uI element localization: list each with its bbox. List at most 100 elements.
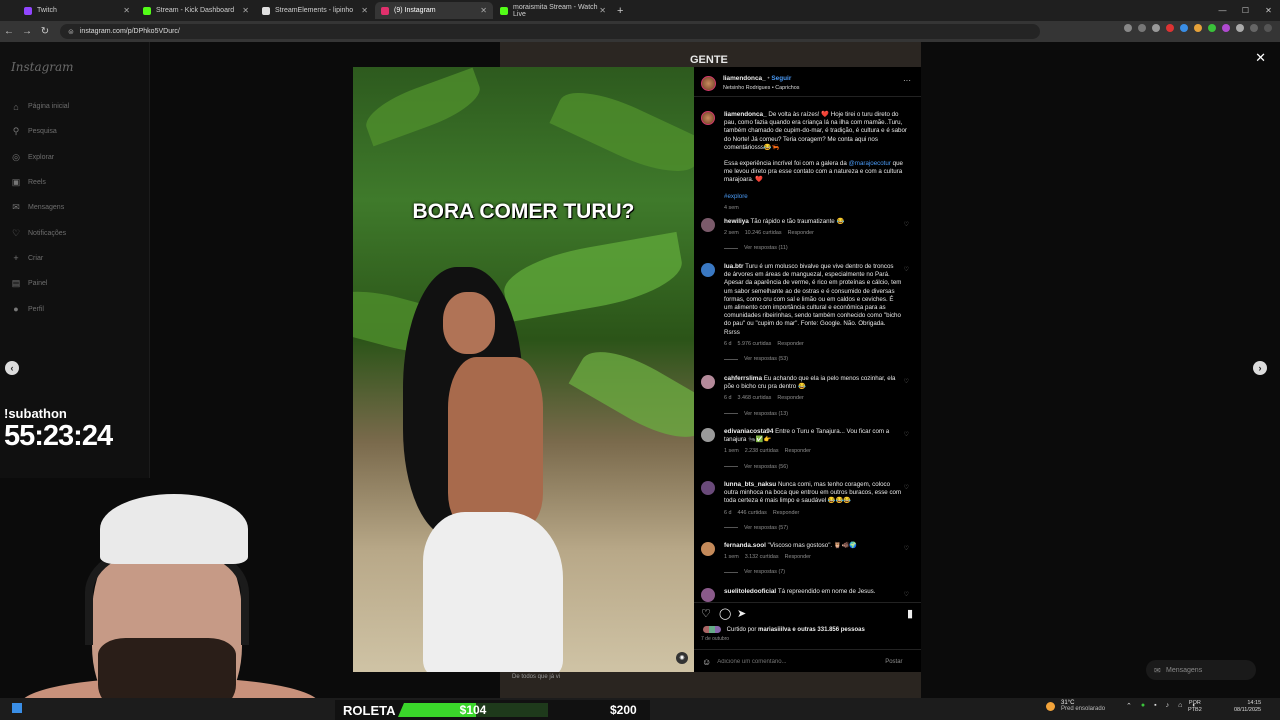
extension-icon[interactable] xyxy=(1194,24,1202,32)
nav-item[interactable]: ▣ Reels xyxy=(11,170,69,195)
caption-hashtag[interactable]: #explore xyxy=(724,193,912,201)
mic-icon[interactable]: ♪ xyxy=(1166,702,1170,710)
post-comment-button[interactable]: Postar xyxy=(885,659,902,665)
save-bookmark-icon[interactable]: ▮ xyxy=(907,607,913,620)
previous-post-button[interactable]: ‹ xyxy=(5,361,19,375)
comment-avatar[interactable] xyxy=(701,428,715,442)
comment-like-heart-icon[interactable]: ♡ xyxy=(904,378,909,385)
comment-avatar[interactable] xyxy=(701,375,715,389)
minimize-button[interactable]: — xyxy=(1211,0,1234,21)
extension-icon[interactable] xyxy=(1208,24,1216,32)
extension-icon[interactable] xyxy=(1166,24,1174,32)
comments-scroll[interactable]: liamendonca_ De volta às raízes! ❤️ Hoje… xyxy=(694,107,921,602)
reply-button[interactable]: Responder xyxy=(773,510,799,516)
extension-icon[interactable] xyxy=(1222,24,1230,32)
close-tab-icon[interactable]: ✕ xyxy=(361,6,368,15)
close-tab-icon[interactable]: ✕ xyxy=(123,6,130,15)
weather-widget[interactable]: 31°C Pred ensolarado xyxy=(1046,700,1105,712)
back-icon[interactable]: ← xyxy=(0,26,18,37)
comment-like-heart-icon[interactable]: ♡ xyxy=(904,545,909,552)
caption-username[interactable]: liamendonca_ xyxy=(724,111,767,118)
comment-likes[interactable]: 10.246 curtidas xyxy=(745,230,782,236)
nav-item[interactable]: ♡ Notificações xyxy=(11,220,69,245)
url-field[interactable]: ⊜ instagram.com/p/DPhko5VDurc/ xyxy=(60,24,1040,39)
reel-video[interactable]: BORA COMER TURU? ◉ xyxy=(353,67,694,672)
comment-username[interactable]: hewiliya xyxy=(724,218,749,225)
emoji-icon[interactable]: ☺ xyxy=(702,657,711,667)
author-avatar[interactable] xyxy=(701,76,716,91)
reload-icon[interactable]: ↻ xyxy=(36,26,54,37)
comment-likes[interactable]: 446 curtidas xyxy=(738,510,767,516)
comment-likes[interactable]: 3.132 curtidas xyxy=(745,554,779,560)
mute-icon[interactable]: ◉ xyxy=(676,652,688,664)
windows-start-icon[interactable] xyxy=(12,703,22,713)
comment-avatar[interactable] xyxy=(701,263,715,277)
comment-like-heart-icon[interactable]: ♡ xyxy=(904,484,909,491)
nav-item[interactable]: ⚲ Pesquisa xyxy=(11,119,69,144)
browser-tab[interactable]: (9) Instagram ✕ xyxy=(375,2,493,19)
comment-username[interactable]: edivaniacosta94 xyxy=(724,428,773,435)
nav-item[interactable]: ⌂ Página inicial xyxy=(11,94,69,119)
forward-icon[interactable]: → xyxy=(18,26,36,37)
network-icon[interactable]: ⌂ xyxy=(1178,702,1182,710)
comment-username[interactable]: fernanda.sool xyxy=(724,542,766,549)
like-heart-icon[interactable]: ♡ xyxy=(701,607,711,620)
maximize-button[interactable]: ☐ xyxy=(1234,0,1257,21)
cast-icon[interactable] xyxy=(1124,24,1132,32)
comment-avatar[interactable] xyxy=(701,542,715,556)
comment-likes[interactable]: 2.238 curtidas xyxy=(745,448,779,454)
browser-tab[interactable]: StreamElements - lipinho ✕ xyxy=(256,2,374,19)
comment-likes[interactable]: 5.976 curtidas xyxy=(738,341,772,347)
liked-by-count[interactable]: e outras 331.856 pessoas xyxy=(792,627,864,633)
zoom-icon[interactable] xyxy=(1138,24,1146,32)
comment-like-heart-icon[interactable]: ♡ xyxy=(904,221,909,228)
close-modal-icon[interactable]: ✕ xyxy=(1255,50,1266,66)
comment-like-heart-icon[interactable]: ♡ xyxy=(904,591,909,598)
liked-by-user[interactable]: mariasiiilva xyxy=(758,627,791,633)
reply-button[interactable]: Responder xyxy=(777,395,803,401)
comment-like-heart-icon[interactable]: ♡ xyxy=(904,266,909,273)
nav-item[interactable]: ◎ Explorar xyxy=(11,145,69,170)
reply-button[interactable]: Responder xyxy=(785,448,811,454)
close-tab-icon[interactable]: ✕ xyxy=(242,6,249,15)
reply-button[interactable]: Responder xyxy=(785,554,811,560)
extensions-puzzle-icon[interactable] xyxy=(1236,24,1244,32)
nav-item[interactable]: ✉ Mensagens xyxy=(11,195,69,220)
browser-tab[interactable]: Twitch ✕ xyxy=(18,2,136,19)
view-replies-button[interactable]: Ver respostas (57) xyxy=(724,524,902,532)
comment-avatar[interactable] xyxy=(701,588,715,602)
caption-mention[interactable]: @marajoecotur xyxy=(849,160,891,167)
caption-avatar[interactable] xyxy=(701,111,715,125)
close-tab-icon[interactable]: ✕ xyxy=(599,6,606,15)
nav-item[interactable]: + Criar xyxy=(11,246,69,271)
follow-button[interactable]: Seguir xyxy=(771,75,791,82)
messages-pill[interactable]: ✉ Mensagens xyxy=(1146,660,1256,680)
comment-like-heart-icon[interactable]: ♡ xyxy=(904,431,909,438)
clock[interactable]: 14:15 08/11/2025 xyxy=(1234,700,1261,714)
tray-chevron-icon[interactable]: ⌃ xyxy=(1126,702,1132,710)
comment-icon[interactable]: ◯ xyxy=(719,607,731,620)
comment-likes[interactable]: 3.468 curtidas xyxy=(738,395,772,401)
bookmark-star-icon[interactable] xyxy=(1152,24,1160,32)
new-tab-button[interactable]: + xyxy=(617,5,623,17)
comment-avatar[interactable] xyxy=(701,481,715,495)
author-username[interactable]: liamendonca_ xyxy=(723,75,766,82)
profile-avatar-icon[interactable] xyxy=(1250,24,1258,32)
view-replies-button[interactable]: Ver respostas (11) xyxy=(724,244,902,252)
nav-item[interactable]: ▤ Painel xyxy=(11,271,69,296)
reply-button[interactable]: Responder xyxy=(777,341,803,347)
view-replies-button[interactable]: Ver respostas (7) xyxy=(724,568,902,576)
view-replies-button[interactable]: Ver respostas (56) xyxy=(724,463,902,471)
nav-item[interactable]: ● Perfil xyxy=(11,296,69,321)
close-tab-icon[interactable]: ✕ xyxy=(480,6,487,15)
share-icon[interactable]: ➤ xyxy=(737,607,746,620)
browser-tab[interactable]: Stream - Kick Dashboard ✕ xyxy=(137,2,255,19)
comment-avatar[interactable] xyxy=(701,218,715,232)
next-post-button[interactable]: › xyxy=(1253,361,1267,375)
comment-username[interactable]: cahferrslima xyxy=(724,375,762,382)
extension-icon[interactable] xyxy=(1180,24,1188,32)
comment-username[interactable]: suelitoledooficial xyxy=(724,588,776,595)
site-info-icon[interactable]: ⊜ xyxy=(68,28,74,36)
view-replies-button[interactable]: Ver respostas (13) xyxy=(724,410,902,418)
tray-app-icon[interactable]: ● xyxy=(1141,702,1145,710)
